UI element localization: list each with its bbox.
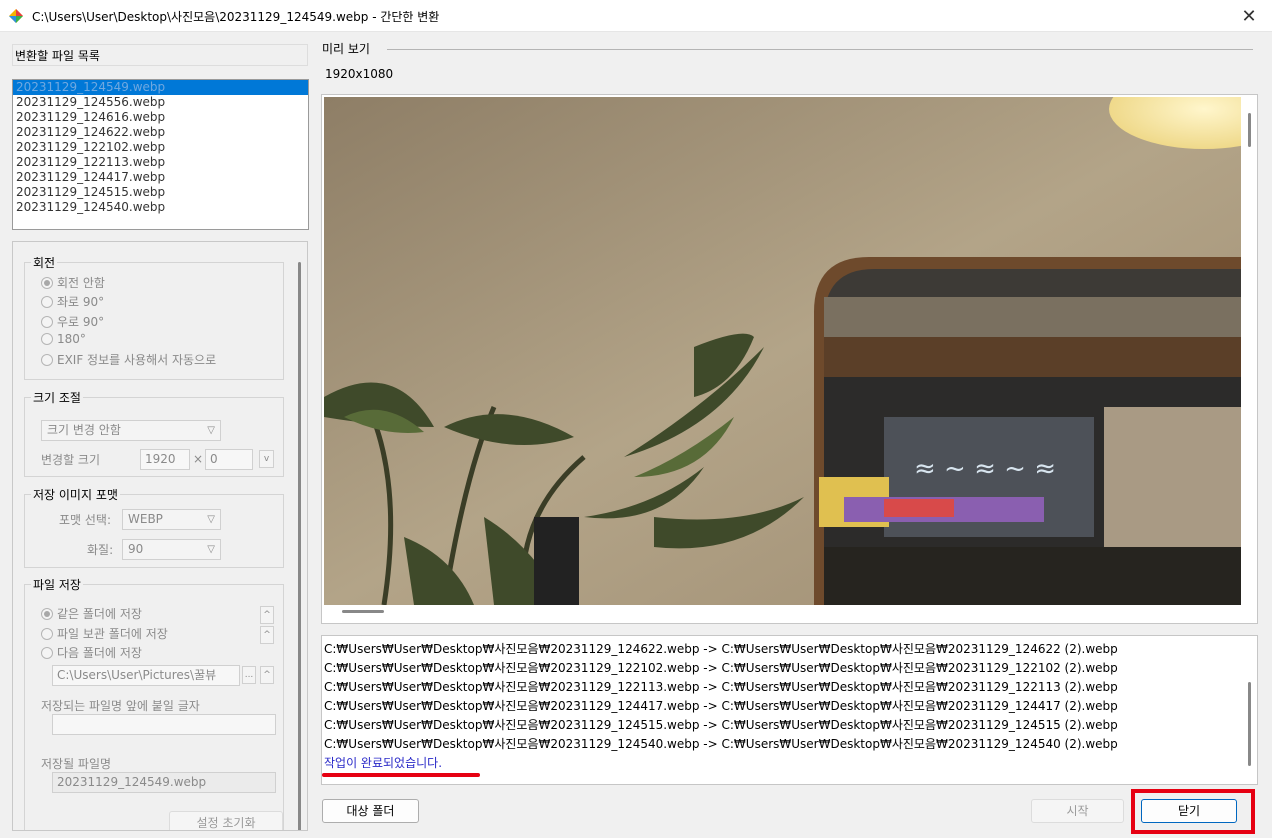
resize-size-label: 변경할 크기 [41,453,101,467]
resize-options-button[interactable]: v [259,450,274,468]
rotation-none-radio[interactable]: 회전 안함 [41,274,105,291]
filename-prefix-input[interactable] [52,714,276,735]
svg-text:≈ ~ ≈ ~ ≈: ≈ ~ ≈ ~ ≈ [914,454,1056,484]
preview-vertical-scrollbar[interactable] [1248,113,1251,147]
title-bar: C:\Users\User\Desktop\사진모음\20231129_1245… [0,0,1272,32]
chevron-up-icon[interactable]: ^ [260,666,274,684]
radio-icon [41,353,53,366]
chevron-down-icon: ▽ [207,425,215,436]
radio-icon [41,315,53,328]
save-archive-folder-radio[interactable]: 파일 보관 폴더에 저장 [41,625,168,642]
resize-group: 크기 조절 크기 변경 안함 ▽ 변경할 크기 1920 × 0 v [24,389,284,477]
chevron-down-icon: ▽ [207,514,215,525]
start-button[interactable]: 시작 [1031,799,1124,823]
log-line: C:₩Users₩User₩Desktop₩사진모음₩20231129_1221… [324,680,1118,694]
file-list-item[interactable]: 20231129_124616.webp [13,110,308,125]
file-list-item[interactable]: 20231129_124556.webp [13,95,308,110]
preview-label: 미리 보기 [322,42,370,56]
window-close-button[interactable]: ✕ [1226,0,1272,32]
rotation-group: 회전 회전 안함 좌로 90° 우로 90° 180° EXIF 정보를 사용해… [24,254,284,380]
save-custom-folder-radio[interactable]: 다음 폴더에 저장 [41,644,142,661]
times-separator: × [193,452,204,466]
preview-divider [387,49,1253,50]
radio-selected-icon [41,607,53,620]
window-title: C:\Users\User\Desktop\사진모음\20231129_1245… [32,10,440,24]
resize-mode-select[interactable]: 크기 변경 안함 ▽ [41,420,221,441]
radio-icon [41,646,53,659]
options-scrollbar[interactable] [298,262,301,830]
image-preview[interactable]: ≈ ~ ≈ ~ ≈ [321,94,1258,624]
output-filename-field: 20231129_124549.webp [52,772,276,793]
log-line: C:₩Users₩User₩Desktop₩사진모음₩20231129_1221… [324,661,1118,675]
annotation-underline [322,773,480,777]
file-list-item[interactable]: 20231129_122113.webp [13,155,308,170]
format-group-label: 저장 이미지 포맷 [31,486,120,503]
chevron-up-icon[interactable]: ^ [260,626,274,644]
file-list-item[interactable]: 20231129_124540.webp [13,200,308,215]
chevron-down-icon: ▽ [207,544,215,555]
log-line: C:₩Users₩User₩Desktop₩사진모음₩20231129_1244… [324,699,1118,713]
save-same-folder-radio[interactable]: 같은 폴더에 저장 [41,605,142,622]
preview-dimensions: 1920x1080 [325,67,394,81]
save-folder-path-input[interactable]: C:\Users\User\Pictures\꿀뷰 [52,665,240,686]
file-list-item[interactable]: 20231129_124417.webp [13,170,308,185]
save-group-label: 파일 저장 [31,576,83,593]
format-select[interactable]: WEBP ▽ [122,509,221,530]
rotation-group-label: 회전 [31,254,58,271]
resize-group-label: 크기 조절 [31,389,83,406]
log-line: C:₩Users₩User₩Desktop₩사진모음₩20231129_1245… [324,718,1118,732]
chevron-up-icon[interactable]: ^ [260,606,274,624]
browse-folder-button[interactable]: ... [242,666,256,684]
resize-height-input[interactable]: 0 [205,449,253,470]
quality-select[interactable]: 90 ▽ [122,539,221,560]
rotation-right-radio[interactable]: 우로 90° [41,313,104,330]
file-list-title: 변환할 파일 목록 [12,44,308,66]
rotation-exif-radio[interactable]: EXIF 정보를 사용해서 자동으로 [41,351,216,368]
quality-label: 화질: [87,543,114,557]
target-folder-button[interactable]: 대상 폴더 [322,799,419,823]
radio-icon [41,295,53,308]
app-icon [9,9,23,23]
filename-prefix-label: 저장되는 파일명 앞에 붙일 글자 [41,699,200,713]
preview-horizontal-scrollbar[interactable] [342,610,384,613]
rotation-left-radio[interactable]: 좌로 90° [41,293,104,310]
radio-selected-icon [41,276,53,289]
options-panel: 회전 회전 안함 좌로 90° 우로 90° 180° EXIF 정보를 사용해… [12,241,308,831]
log-done-message: 작업이 완료되었습니다. [324,756,443,770]
log-line: C:₩Users₩User₩Desktop₩사진모음₩20231129_1245… [324,737,1118,751]
file-list[interactable]: 20231129_124549.webp 20231129_124556.web… [12,79,309,230]
preview-image: ≈ ~ ≈ ~ ≈ [324,97,1241,605]
rotation-180-radio[interactable]: 180° [41,332,86,346]
file-list-item[interactable]: 20231129_124515.webp [13,185,308,200]
file-list-item[interactable]: 20231129_124622.webp [13,125,308,140]
format-group: 저장 이미지 포맷 포맷 선택: WEBP ▽ 화질: 90 ▽ [24,486,284,568]
save-group: 파일 저장 같은 폴더에 저장 ^ 파일 보관 폴더에 저장 ^ 다음 폴더에 … [24,576,284,830]
resize-width-input[interactable]: 1920 [140,449,190,470]
radio-icon [41,333,53,345]
close-icon: ✕ [1241,5,1257,27]
file-list-item[interactable]: 20231129_124549.webp [13,80,308,95]
output-filename-label: 저장될 파일명 [41,757,112,771]
radio-icon [41,627,53,640]
reset-settings-button[interactable]: 설정 초기화 [169,811,283,830]
conversion-log: C:₩Users₩User₩Desktop₩사진모음₩20231129_1246… [321,635,1258,785]
format-select-label: 포맷 선택: [59,513,112,527]
annotation-highlight-box [1131,789,1255,834]
log-scrollbar[interactable] [1248,682,1251,766]
log-line: C:₩Users₩User₩Desktop₩사진모음₩20231129_1246… [324,642,1118,656]
file-list-item[interactable]: 20231129_122102.webp [13,140,308,155]
